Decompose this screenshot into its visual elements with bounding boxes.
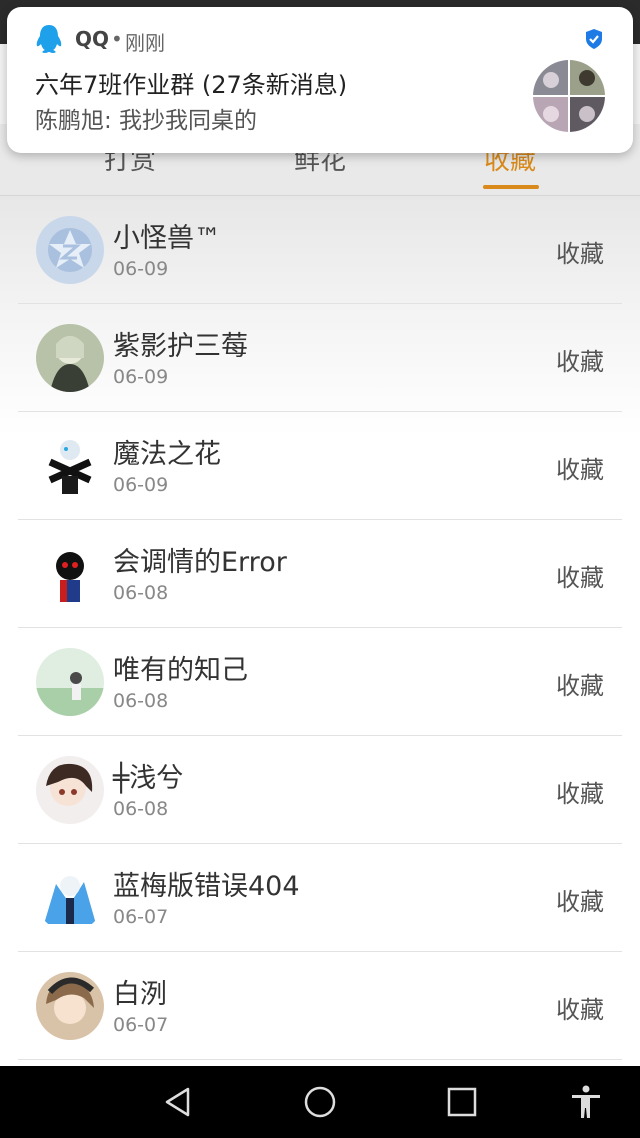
user-name: 紫影护三莓 bbox=[113, 331, 248, 362]
verified-shield-icon bbox=[584, 28, 604, 50]
notification-separator: • bbox=[111, 27, 123, 51]
date-label: 06-07 bbox=[113, 1014, 169, 1036]
avatar bbox=[36, 324, 104, 392]
avatar bbox=[36, 216, 104, 284]
list-item[interactable]: 唯有的知己 06-08 收藏 bbox=[18, 628, 622, 736]
group-avatar bbox=[533, 60, 605, 132]
list-item[interactable]: 白洌 06-07 收藏 bbox=[18, 952, 622, 1060]
qq-notification[interactable]: QQ • 刚刚 六年7班作业群 (27条新消息) 陈鹏旭: 我抄我同桌的 bbox=[7, 7, 633, 153]
favorite-action[interactable]: 收藏 bbox=[556, 234, 604, 269]
notification-time: 刚刚 bbox=[125, 31, 165, 55]
favorites-list: 小怪兽™ 06-09 收藏 紫影护三莓 06-09 收藏 魔法之花 06-09 … bbox=[0, 196, 640, 1066]
date-label: 06-07 bbox=[113, 906, 169, 928]
date-label: 06-09 bbox=[113, 366, 169, 388]
user-name: 小怪兽™ bbox=[113, 223, 221, 254]
user-name: 唯有的知己 bbox=[113, 655, 248, 686]
favorite-action[interactable]: 收藏 bbox=[556, 342, 604, 377]
user-name: ╪浅兮 bbox=[113, 763, 184, 794]
accessibility-icon[interactable] bbox=[568, 1084, 604, 1120]
avatar bbox=[36, 972, 104, 1040]
date-label: 06-08 bbox=[113, 798, 169, 820]
avatar bbox=[36, 864, 104, 932]
active-tab-indicator bbox=[483, 185, 539, 189]
list-item[interactable]: ╪浅兮 06-08 收藏 bbox=[18, 736, 622, 844]
avatar bbox=[36, 432, 104, 500]
user-name: 魔法之花 bbox=[113, 439, 221, 470]
notification-preview: 陈鹏旭: 我抄我同桌的 bbox=[35, 108, 258, 134]
user-name: 蓝梅版错误404 bbox=[113, 871, 300, 902]
list-item[interactable]: 会调情的Error 06-08 收藏 bbox=[18, 520, 622, 628]
back-triangle-icon[interactable] bbox=[160, 1084, 196, 1120]
list-item[interactable]: 小怪兽™ 06-09 收藏 bbox=[18, 196, 622, 304]
user-name: 白洌 bbox=[113, 979, 167, 1010]
date-label: 06-08 bbox=[113, 582, 169, 604]
favorite-action[interactable]: 收藏 bbox=[556, 558, 604, 593]
favorite-action[interactable]: 收藏 bbox=[556, 774, 604, 809]
home-circle-icon[interactable] bbox=[302, 1084, 338, 1120]
notification-app-name: QQ bbox=[75, 27, 110, 51]
notification-title: 六年7班作业群 (27条新消息) bbox=[35, 71, 348, 99]
user-name: 会调情的Error bbox=[113, 547, 287, 578]
list-item[interactable]: 紫影护三莓 06-09 收藏 bbox=[18, 304, 622, 412]
qq-penguin-icon bbox=[35, 24, 63, 54]
date-label: 06-08 bbox=[113, 690, 169, 712]
recents-square-icon[interactable] bbox=[444, 1084, 480, 1120]
date-label: 06-09 bbox=[113, 474, 169, 496]
favorite-action[interactable]: 收藏 bbox=[556, 882, 604, 917]
date-label: 06-09 bbox=[113, 258, 169, 280]
avatar bbox=[36, 756, 104, 824]
avatar bbox=[36, 648, 104, 716]
list-item[interactable]: 魔法之花 06-09 收藏 bbox=[18, 412, 622, 520]
favorite-action[interactable]: 收藏 bbox=[556, 666, 604, 701]
favorite-action[interactable]: 收藏 bbox=[556, 990, 604, 1025]
list-item[interactable]: 蓝梅版错误404 06-07 收藏 bbox=[18, 844, 622, 952]
navigation-bar bbox=[0, 1066, 640, 1138]
avatar bbox=[36, 540, 104, 608]
favorite-action[interactable]: 收藏 bbox=[556, 450, 604, 485]
